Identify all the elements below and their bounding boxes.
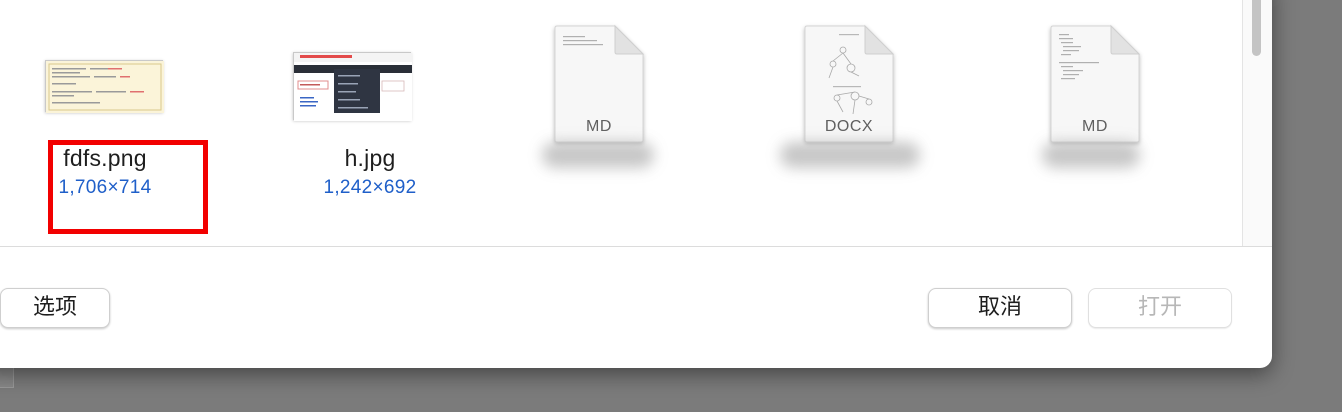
file-browser: fdfs.png 1,706×714 h.jpg 1,242×692 MD DO…: [0, 0, 1272, 246]
cancel-button[interactable]: 取消: [928, 288, 1072, 328]
document-icon: MD: [553, 24, 645, 144]
thumbnail-image: [294, 53, 412, 121]
options-button[interactable]: 选项: [0, 288, 110, 328]
document-icon: DOCX: [803, 24, 895, 144]
file-type-label: MD: [586, 118, 612, 135]
blurred-file-name: [1042, 142, 1140, 168]
file-open-dialog: fdfs.png 1,706×714 h.jpg 1,242×692 MD DO…: [0, 0, 1272, 368]
blurred-file-name: [542, 142, 654, 168]
file-thumbnail: [45, 60, 164, 113]
file-name: h.jpg: [344, 145, 396, 171]
divider: [0, 246, 1272, 247]
document-icon: MD: [1049, 24, 1141, 144]
file-dimensions: 1,706×714: [58, 177, 152, 198]
file-item-md-1[interactable]: MD: [520, 0, 750, 246]
file-item-md-2[interactable]: MD: [1016, 0, 1246, 246]
file-dimensions: 1,242×692: [323, 177, 417, 198]
file-type-label: DOCX: [824, 118, 874, 135]
thumbnail-image: [46, 61, 164, 113]
file-type-label: MD: [1082, 118, 1108, 135]
scrollbar-thumb[interactable]: [1252, 0, 1261, 56]
file-item-docx[interactable]: DOCX: [770, 0, 1000, 246]
background-window-edge: [0, 368, 14, 388]
file-name: fdfs.png: [63, 145, 147, 171]
vertical-scrollbar[interactable]: [1242, 0, 1272, 246]
file-item-h[interactable]: h.jpg 1,242×692: [250, 0, 480, 246]
open-button[interactable]: 打开: [1088, 288, 1232, 328]
file-thumbnail: [293, 52, 412, 121]
file-item-fdfs[interactable]: fdfs.png 1,706×714: [0, 0, 210, 246]
blurred-file-name: [780, 142, 920, 168]
